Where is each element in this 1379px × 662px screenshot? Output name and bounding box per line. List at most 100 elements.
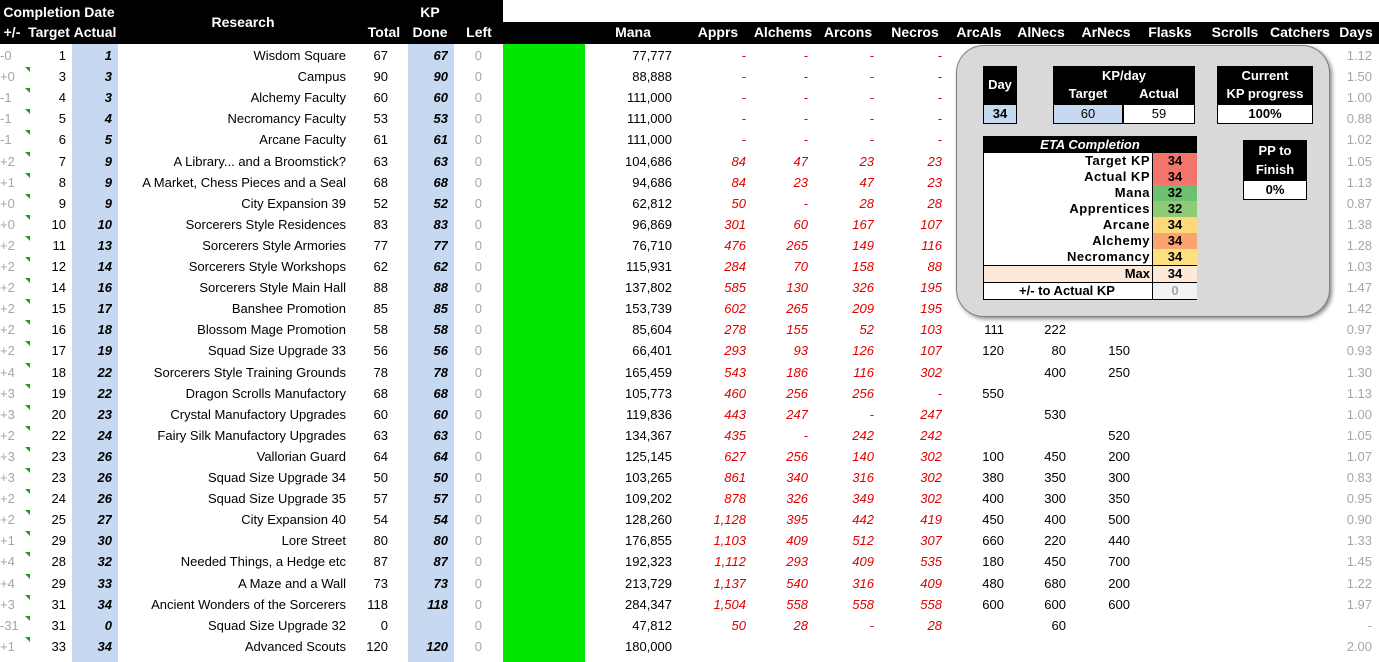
cell-necros: 107 [920,216,942,232]
cell-necros: 302 [920,491,942,507]
day-value: 34 [983,104,1017,124]
cell-target: 28 [51,554,66,570]
cell-total: 57 [373,491,388,507]
cell-apprs: 861 [724,470,746,485]
cell-apprs: 301 [724,216,746,232]
cell-arcons: - [869,617,874,633]
eta-completion-table: ETA Completion Target KP 34 Actual KP 34 Man… [983,136,1197,300]
cell-alchems: 256 [786,385,808,401]
cell-total: 85 [373,301,388,317]
cell-done: 54 [433,512,448,528]
cell-mana: 153,739 [625,301,672,317]
cell-apprs: 878 [724,491,746,507]
cell-pm: +2 [0,343,15,359]
kpday-actual-label: Actual [1139,86,1179,101]
cell-arnecs: 350 [1108,491,1130,507]
cell-apprs: 84 [731,153,746,169]
header-flasks: Flasks [1148,24,1192,40]
cell-alchems: 130 [786,280,808,296]
cell-total: 56 [373,343,388,359]
cell-mana: 96,869 [632,216,672,232]
cell-alnecs: 80 [1051,343,1066,359]
cell-mana: 105,773 [625,385,672,401]
cell-alchems: 47 [793,153,808,169]
cell-arcals [950,362,1004,383]
cell-apprs: 84 [731,174,746,190]
cell-apprs: 50 [731,617,746,633]
cell-left: 0 [474,153,482,169]
cell-done: 57 [433,491,448,507]
cell-arcons: 409 [852,554,874,570]
cell-necros: - [937,48,942,63]
cell-left: 0 [474,90,482,106]
cell-days: - [1367,617,1372,633]
eta-pm-label: +/- to Actual KP [1019,283,1115,298]
cell-apprs: 602 [724,301,746,317]
cell-pm: +2 [0,237,15,253]
cell-arnecs: 500 [1108,512,1130,528]
cell-apprs: 278 [724,322,746,338]
cell-apprs: 293 [724,343,746,359]
cell-necros: 195 [920,301,942,317]
cell-target: 24 [51,491,66,507]
cell-research: Wisdom Square [253,48,346,63]
cell-actual: 16 [97,280,112,296]
header-target: Target [28,24,70,40]
cell-done: 68 [433,385,448,401]
cell-days: 1.07 [1346,448,1372,464]
cell-pm: +3 [0,385,15,401]
cell-research: Campus [297,69,346,85]
cell-left: 0 [474,427,482,443]
cell-actual: 3 [104,90,112,106]
table-row: +2 24 26 Squad Size Upgrade 35 57 57 0 109,202 8… [0,488,1379,509]
cell-arnecs [1074,319,1130,340]
table-row: +2 17 19 Squad Size Upgrade 33 56 56 0 66,401 29… [0,340,1379,361]
cell-left: 0 [474,69,482,85]
cell-target: 25 [51,512,66,528]
table-row: +3 23 26 Squad Size Upgrade 34 50 50 0 103,265 8… [0,467,1379,488]
cell-days: 0.87 [1346,195,1372,211]
cell-mana: 104,686 [625,153,672,169]
cell-done: 78 [433,364,448,380]
cell-research: Necromancy Faculty [227,111,346,127]
cell-mana: 119,836 [625,406,672,422]
current-label-2: KP progress [1226,86,1304,101]
cell-days: 1.28 [1346,237,1372,253]
kpday-target-value: 60 [1053,104,1123,124]
cell-arnecs: 700 [1108,554,1130,570]
cell-arcons: 349 [852,491,874,507]
cell-days: 1.13 [1346,174,1372,190]
cell-target: 7 [58,153,66,169]
cell-apprs: 627 [724,448,746,464]
cell-days: 0.83 [1346,470,1372,485]
cell-necros: 302 [920,448,942,464]
cell-alchems: 340 [786,470,808,485]
cell-actual: 9 [104,153,112,169]
table-row: +4 18 22 Sorcerers Style Training Grounds 78… [0,362,1379,383]
eta-row-label: Apprentices [1069,201,1150,216]
cell-arcons: 28 [859,195,874,211]
cell-apprs: - [741,69,746,85]
cell-arnecs: 600 [1108,596,1130,612]
cell-pm: +3 [0,596,15,612]
kpday-actual-value: 59 [1123,104,1195,124]
cell-pm: +0 [0,69,15,85]
table-row: +4 29 33 A Maze and a Wall 73 73 0 213,729 1,137… [0,573,1379,594]
cell-research: Lore Street [281,533,346,549]
cell-done: 88 [433,280,448,296]
header-research: Research [211,14,275,30]
cell-apprs: 476 [724,237,746,253]
cell-left: 0 [474,216,482,232]
eta-row-value: 34 [1152,169,1197,185]
cell-arcons: - [869,111,874,127]
cell-total: 90 [373,69,388,85]
cell-target: 15 [51,301,66,317]
cell-target: 33 [51,638,66,654]
cell-total: 54 [373,512,388,528]
cell-arcons: 158 [852,259,874,274]
cell-target: 29 [51,533,66,549]
cell-arcals: 100 [982,448,1004,464]
header-kp: KP [420,4,440,20]
header-arcons: Arcons [823,24,873,40]
cell-done: 67 [433,48,448,63]
